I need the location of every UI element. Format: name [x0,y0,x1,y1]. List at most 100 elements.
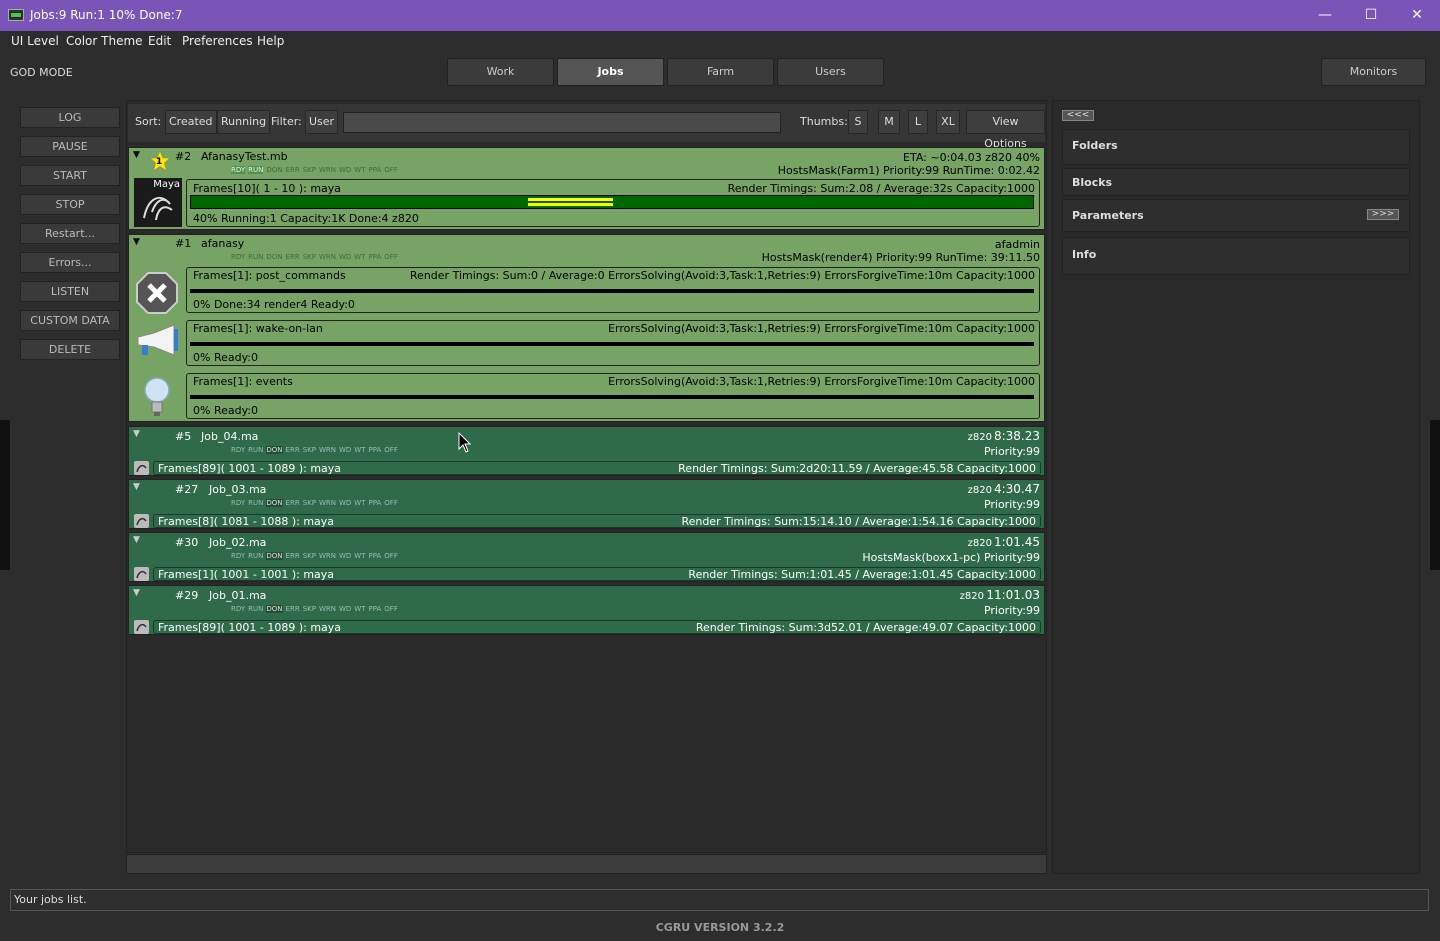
menu-help[interactable]: Help [257,34,284,48]
state-rdy: RDY [231,605,246,613]
custom-data-button[interactable]: CUSTOM DATA [20,310,120,331]
state-wd: WD [338,552,352,560]
job-time: 4:30.47 [993,482,1040,496]
menu-edit[interactable]: Edit [148,34,171,48]
filter-input[interactable] [343,112,781,133]
state-wrn: WRN [318,552,336,560]
progress-running-segment [528,203,613,206]
job-info: HostsMask(render4) Priority:99 RunTime: … [761,251,1040,264]
job-block[interactable]: Frames[1]: events ErrorsSolving(Avoid:3,… [186,373,1040,419]
job-row[interactable]: ▼ #1 afanasy afadmin HostsMask(render4) … [128,234,1045,422]
thumb-xl-button[interactable]: XL [936,110,960,134]
block-progress-bar [190,289,1034,293]
version-label: CGRU VERSION 3.2.2 [655,921,785,934]
stop-button[interactable]: STOP [20,194,120,215]
job-row[interactable]: ▼ 1 #2 AfanasyTest.mb ETA: ~0:04.03 z820… [128,147,1045,230]
job-row[interactable]: ▼ #29 Job_01.ma z820 11:01.03 Priority:9… [128,585,1045,635]
pause-button[interactable]: PAUSE [20,136,120,157]
state-don: DON [266,552,283,560]
state-run: RUN [248,253,264,261]
tab-users[interactable]: Users [777,58,884,86]
job-row[interactable]: ▼ #27 Job_03.ma z820 4:30.47 Priority:99… [128,479,1045,529]
job-row[interactable]: ▼ #30 Job_02.ma z820 1:01.45 HostsMask(b… [128,532,1045,582]
state-ppa: PPA [368,552,382,560]
menu-color-theme[interactable]: Color Theme [66,34,143,48]
section-info[interactable]: Info [1062,237,1410,275]
expand-parameters-button[interactable]: >>> [1367,209,1399,220]
job-time: 11:01.03 [986,588,1040,602]
tab-jobs[interactable]: Jobs [557,58,664,86]
log-button[interactable]: LOG [20,107,120,128]
right-splitter-handle[interactable] [1430,420,1440,570]
left-splitter-handle[interactable] [0,420,10,570]
menu-ui-level[interactable]: UI Level [11,34,59,48]
job-row[interactable]: ▼ #5 Job_04.ma z820 8:38.23 Priority:99 … [128,426,1045,476]
lightbulb-icon [142,375,172,419]
thumb-s-button[interactable]: S [848,110,868,134]
section-blocks[interactable]: Blocks [1062,168,1410,196]
maya-small-icon [134,620,149,634]
tab-farm[interactable]: Farm [667,58,774,86]
maximize-icon[interactable]: ☐ [1348,0,1394,31]
horizontal-scrollbar[interactable] [126,854,1047,874]
sort-running-button[interactable]: Running [217,110,271,134]
thumb-m-button[interactable]: M [878,110,900,134]
job-id: #2 [175,150,192,163]
job-block[interactable]: Frames[8]( 1081 - 1088 ): maya Render Ti… [153,514,1041,528]
state-ppa: PPA [368,166,382,174]
job-block[interactable]: Frames[1]: post_commands Render Timings:… [186,267,1040,313]
megaphone-icon [134,323,180,361]
collapse-icon[interactable]: ▼ [133,482,140,492]
tab-work[interactable]: Work [447,58,554,86]
job-host: z820 [967,538,992,549]
maya-small-icon [134,567,149,581]
maya-logo-icon: Maya [134,178,182,227]
block-name: Frames[1]: events [193,375,293,388]
listen-button[interactable]: LISTEN [20,281,120,302]
job-block[interactable]: Frames[89]( 1001 - 1089 ): maya Render T… [153,620,1041,634]
job-name: afanasy [201,237,245,250]
job-user: afadmin [994,238,1040,251]
job-id: #1 [175,237,192,250]
sort-created-button[interactable]: Created [165,110,217,134]
restart-button[interactable]: Restart... [20,223,120,244]
job-block[interactable]: Frames[1]( 1001 - 1001 ): maya Render Ti… [153,567,1041,581]
error-cross-icon [136,272,178,314]
job-block[interactable]: Frames[89]( 1001 - 1089 ): maya Render T… [153,461,1041,475]
close-icon[interactable]: ✕ [1394,0,1440,31]
section-parameters[interactable]: Parameters >>> [1062,199,1410,232]
thumb-l-button[interactable]: L [908,110,928,134]
menu-preferences[interactable]: Preferences [182,34,253,48]
block-status: 0% Done:34 render4 Ready:0 [193,298,355,311]
delete-button[interactable]: DELETE [20,339,120,360]
collapse-icon[interactable]: ▼ [133,429,140,439]
job-block[interactable]: Frames[1]: wake-on-lan ErrorsSolving(Avo… [186,320,1040,366]
progress-running-segment [528,198,613,201]
monitors-button[interactable]: Monitors [1321,58,1426,86]
maya-small-icon [134,514,149,528]
filter-user-button[interactable]: User [305,110,339,134]
errors-button[interactable]: Errors... [20,252,120,273]
section-label: Blocks [1072,176,1113,189]
view-options-button[interactable]: View Options [966,110,1045,150]
block-name: Frames[1]: post_commands [193,269,346,282]
state-wrn: WRN [318,446,336,454]
collapse-icon[interactable]: ▼ [133,237,140,247]
start-button[interactable]: START [20,165,120,186]
state-indicators: RDY RUN DON ERR SKP WRN WD WT PPA OFF [231,253,398,261]
job-id: #5 [175,430,192,443]
job-name: Job_01.ma [209,589,267,602]
minimize-icon[interactable]: — [1302,0,1348,31]
state-don: DON [266,499,283,507]
collapse-icon[interactable]: ▼ [133,588,140,598]
collapse-icon[interactable]: ▼ [133,535,140,545]
state-skp: SKP [302,446,316,454]
section-folders[interactable]: Folders [1062,129,1410,165]
maya-small-icon [134,461,149,475]
collapse-icon[interactable]: ▼ [133,150,140,160]
state-wt: WT [354,499,366,507]
state-rdy: RDY [231,446,246,454]
block-name: Frames[1]: wake-on-lan [193,322,323,335]
collapse-panel-button[interactable]: <<< [1062,110,1094,121]
job-block[interactable]: Frames[10]( 1 - 10 ): maya Render Timing… [186,179,1040,227]
